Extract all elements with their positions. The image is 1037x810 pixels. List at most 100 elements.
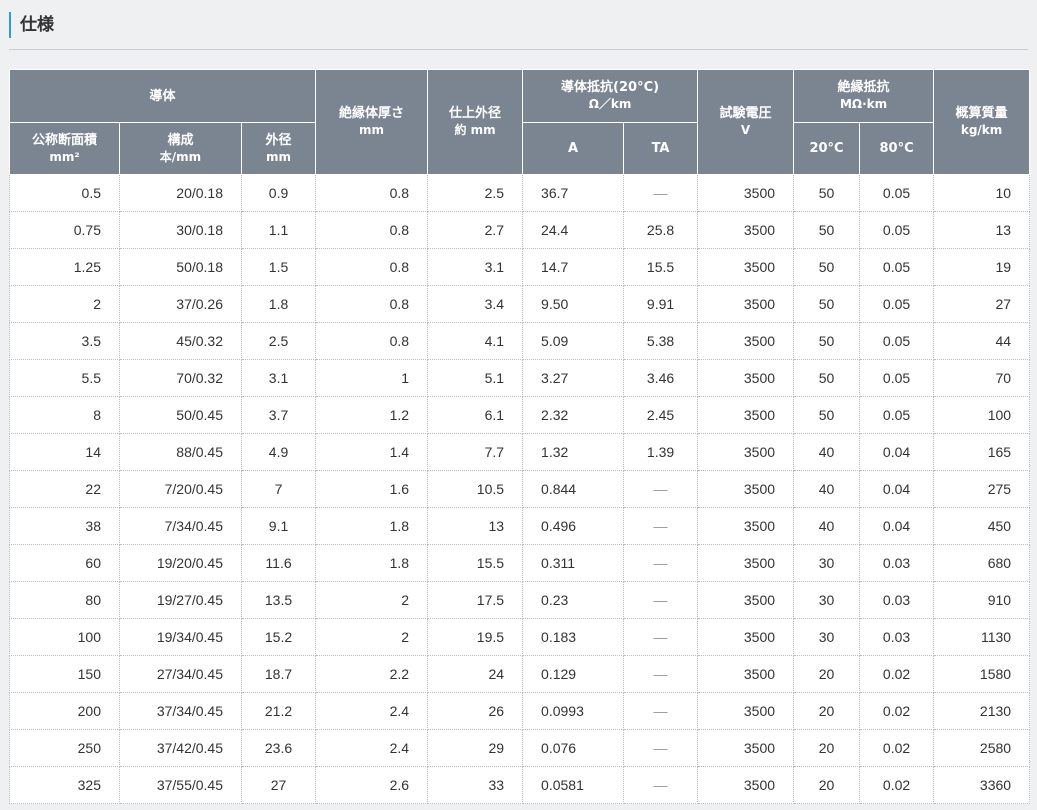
cell-ir-80c: 0.05 xyxy=(859,285,935,323)
cell-composition: 19/27/0.45 xyxy=(119,581,242,619)
cell-nominal-area: 250 xyxy=(9,729,120,767)
cell-resistance-a: 5.09 xyxy=(522,322,625,360)
cell-finished-diameter: 15.5 xyxy=(427,544,524,582)
cell-test-voltage: 3500 xyxy=(697,692,795,730)
cell-resistance-a: 0.23 xyxy=(522,581,625,619)
header-conductor-resistance-label: 導体抵抗(20°C) xyxy=(561,80,660,95)
cell-test-voltage: 3500 xyxy=(697,322,795,360)
cell-finished-diameter: 26 xyxy=(427,692,524,730)
cell-finished-diameter: 2.5 xyxy=(427,174,524,212)
cell-ir-80c: 0.02 xyxy=(859,692,935,730)
cell-ir-80c: 0.05 xyxy=(859,248,935,286)
cell-nominal-area: 1.25 xyxy=(9,248,120,286)
header-insulation-thickness-label: 絶縁体厚さ xyxy=(339,106,405,121)
cell-resistance-a: 0.311 xyxy=(522,544,625,582)
header-insulation-resistance-label: 絶縁抵抗 xyxy=(837,80,890,95)
cell-resistance-ta: — xyxy=(623,655,699,693)
cell-ir-80c: 0.04 xyxy=(859,433,935,471)
cell-outer-diameter: 1.8 xyxy=(241,285,317,323)
cell-resistance-ta: — xyxy=(623,581,699,619)
cell-test-voltage: 3500 xyxy=(697,433,795,471)
cell-test-voltage: 3500 xyxy=(697,618,795,656)
cell-ir-20c: 50 xyxy=(793,248,861,286)
cell-test-voltage: 3500 xyxy=(697,507,795,545)
spec-table: 導体 絶縁体厚さ mm 仕上外径 約 mm 導体抵抗(20°C) Ω／km 試験… xyxy=(8,69,1031,804)
cell-outer-diameter: 0.9 xyxy=(241,174,317,212)
header-insulation-resistance-unit: MΩ·km xyxy=(839,97,888,111)
cell-ir-80c: 0.03 xyxy=(859,618,935,656)
cell-outer-diameter: 3.7 xyxy=(241,396,317,434)
table-row: 2 37/0.26 1.8 0.8 3.4 9.50 9.91 3500 50 0.05 27 xyxy=(9,285,1031,323)
cell-test-voltage: 3500 xyxy=(697,248,795,286)
cell-insulation-thickness: 2 xyxy=(315,618,429,656)
cell-resistance-ta: — xyxy=(623,470,699,508)
cell-resistance-a: 3.27 xyxy=(522,359,625,397)
table-row: 0.75 30/0.18 1.1 0.8 2.7 24.4 25.8 3500 50 0.05 13 xyxy=(9,211,1031,249)
header-resistance-ta: TA xyxy=(623,122,699,175)
cell-nominal-area: 200 xyxy=(9,692,120,730)
cell-mass: 13 xyxy=(933,211,1031,249)
header-test-voltage: 試験電圧 V xyxy=(697,69,795,175)
cell-composition: 20/0.18 xyxy=(119,174,242,212)
cell-mass: 27 xyxy=(933,285,1031,323)
header-conductor-label: 導体 xyxy=(149,88,176,104)
cell-nominal-area: 60 xyxy=(9,544,120,582)
cell-test-voltage: 3500 xyxy=(697,470,795,508)
cell-ir-80c: 0.02 xyxy=(859,729,935,767)
cell-nominal-area: 5.5 xyxy=(9,359,120,397)
cell-ir-20c: 40 xyxy=(793,433,861,471)
cell-finished-diameter: 33 xyxy=(427,766,524,804)
cell-resistance-a: 14.7 xyxy=(522,248,625,286)
cell-test-voltage: 3500 xyxy=(697,581,795,619)
cell-nominal-area: 0.75 xyxy=(9,211,120,249)
cell-test-voltage: 3500 xyxy=(697,174,795,212)
cell-composition: 37/55/0.45 xyxy=(119,766,242,804)
cell-ir-20c: 50 xyxy=(793,211,861,249)
header-ir-80c: 80°C xyxy=(859,122,935,175)
cell-resistance-ta: 1.39 xyxy=(623,433,699,471)
cell-test-voltage: 3500 xyxy=(697,211,795,249)
cell-ir-80c: 0.05 xyxy=(859,359,935,397)
cell-resistance-ta: — xyxy=(623,766,699,804)
cell-composition: 70/0.32 xyxy=(119,359,242,397)
header-resistance-a: A xyxy=(522,122,625,175)
cell-composition: 7/20/0.45 xyxy=(119,470,242,508)
cell-test-voltage: 3500 xyxy=(697,655,795,693)
header-outer-diameter-unit: mm xyxy=(266,149,292,164)
cell-insulation-thickness: 2.4 xyxy=(315,692,429,730)
cell-insulation-thickness: 2.2 xyxy=(315,655,429,693)
table-row: 3.5 45/0.32 2.5 0.8 4.1 5.09 5.38 3500 50 0.05 44 xyxy=(9,322,1031,360)
cell-resistance-ta: 15.5 xyxy=(623,248,699,286)
cell-resistance-ta: — xyxy=(623,544,699,582)
table-row: 80 19/27/0.45 13.5 2 17.5 0.23—3500 30 0.03 910 xyxy=(9,581,1031,619)
table-row: 325 37/55/0.45 27 2.6 33 0.0581—3500 20 0.02 336… xyxy=(9,766,1031,804)
cell-finished-diameter: 10.5 xyxy=(427,470,524,508)
cell-resistance-a: 0.0581 xyxy=(522,766,625,804)
cell-nominal-area: 8 xyxy=(9,396,120,434)
cell-outer-diameter: 23.6 xyxy=(241,729,317,767)
cell-finished-diameter: 2.7 xyxy=(427,211,524,249)
cell-outer-diameter: 18.7 xyxy=(241,655,317,693)
table-row: 1.25 50/0.18 1.5 0.8 3.1 14.7 15.5 3500 50 0.05 19 xyxy=(9,248,1031,286)
cell-insulation-thickness: 2.6 xyxy=(315,766,429,804)
cell-nominal-area: 2 xyxy=(9,285,120,323)
cell-resistance-ta: 2.45 xyxy=(623,396,699,434)
cell-mass: 19 xyxy=(933,248,1031,286)
cell-ir-80c: 0.02 xyxy=(859,766,935,804)
cell-resistance-a: 2.32 xyxy=(522,396,625,434)
cell-ir-20c: 50 xyxy=(793,285,861,323)
cell-outer-diameter: 15.2 xyxy=(241,618,317,656)
cell-insulation-thickness: 1.2 xyxy=(315,396,429,434)
cell-outer-diameter: 4.9 xyxy=(241,433,317,471)
cell-finished-diameter: 17.5 xyxy=(427,581,524,619)
cell-finished-diameter: 7.7 xyxy=(427,433,524,471)
cell-mass: 10 xyxy=(933,174,1031,212)
cell-composition: 37/42/0.45 xyxy=(119,729,242,767)
cell-insulation-thickness: 1.6 xyxy=(315,470,429,508)
cell-resistance-ta: 9.91 xyxy=(623,285,699,323)
cell-insulation-thickness: 2.4 xyxy=(315,729,429,767)
cell-outer-diameter: 9.1 xyxy=(241,507,317,545)
table-row: 8 50/0.45 3.7 1.2 6.1 2.32 2.45 3500 50 0.05 100 xyxy=(9,396,1031,434)
cell-ir-20c: 20 xyxy=(793,692,861,730)
header-mass-label: 概算質量 xyxy=(955,106,1008,121)
